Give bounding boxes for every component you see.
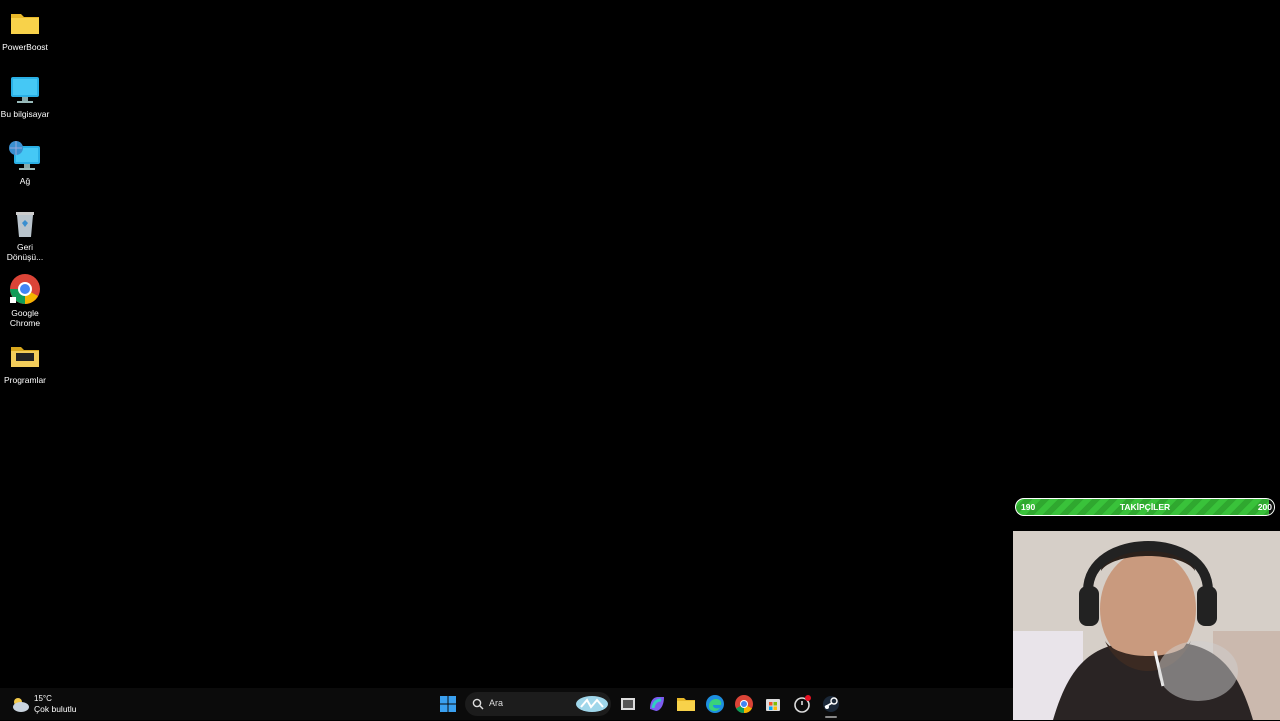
folder-dark-icon <box>8 339 42 373</box>
desktop-icon-label: Programlar <box>3 375 47 385</box>
desktop-icon-label: Bu bilgisayar <box>0 109 50 119</box>
desktop-icon-network[interactable]: Ağ <box>0 134 50 186</box>
followers-label: TAKİPÇİLER <box>1119 502 1171 512</box>
edge-button[interactable] <box>703 692 727 716</box>
clock-app-button[interactable] <box>790 692 814 716</box>
desktop-icon-powerboost[interactable]: PowerBoost <box>0 0 50 52</box>
store-button[interactable] <box>761 692 785 716</box>
computer-icon <box>8 73 42 107</box>
followers-progress-bar: 190 TAKİPÇİLER 200 <box>1015 498 1275 516</box>
recycle-bin-icon <box>8 206 42 240</box>
desktop-icon-label: PowerBoost <box>2 42 48 52</box>
clock-icon <box>794 695 811 713</box>
widget-icon <box>576 696 608 712</box>
desktop-icon-google-chrome[interactable]: Google Chrome <box>0 266 50 328</box>
steam-button[interactable] <box>819 692 843 718</box>
desktop-icon-recycle-bin[interactable]: Geri Dönüşü... <box>0 200 50 262</box>
webcam-overlay <box>1013 531 1280 720</box>
weather-temp: 15°C <box>34 694 52 703</box>
chrome-taskbar-button[interactable] <box>732 692 756 716</box>
edge-icon <box>706 695 724 713</box>
start-button[interactable] <box>436 692 460 716</box>
desktop-icon-programlar[interactable]: Programlar <box>0 333 50 385</box>
folder-icon <box>8 6 42 40</box>
file-explorer-icon <box>677 698 695 711</box>
search-placeholder: Ara <box>489 698 504 708</box>
steam-icon <box>823 696 839 712</box>
desktop-icon-label: Geri Dönüşü... <box>6 242 44 262</box>
task-view-button[interactable] <box>616 692 640 716</box>
search-icon <box>472 698 484 710</box>
chrome-icon <box>735 695 753 714</box>
desktop-icon-label: Google Chrome <box>9 308 41 328</box>
copilot-button[interactable] <box>645 692 669 716</box>
task-view-icon <box>621 698 635 710</box>
webcam-image <box>1013 531 1280 720</box>
active-indicator <box>825 716 837 718</box>
desktop-icon-label: Ağ <box>19 176 31 186</box>
cloud-icon <box>13 698 29 712</box>
copilot-icon <box>650 697 664 711</box>
taskbar-search-box[interactable]: Ara <box>465 692 611 716</box>
start-icon <box>440 696 456 712</box>
store-icon <box>766 699 780 711</box>
taskbar: 15°C Çok bulutlu Ara <box>0 688 1013 720</box>
desktop-icon-this-pc[interactable]: Bu bilgisayar <box>0 67 50 119</box>
chrome-icon <box>8 272 42 306</box>
network-icon <box>8 140 42 174</box>
weather-condition: Çok bulutlu <box>34 704 77 714</box>
file-explorer-button[interactable] <box>674 692 698 716</box>
followers-max: 200 <box>1257 502 1272 512</box>
